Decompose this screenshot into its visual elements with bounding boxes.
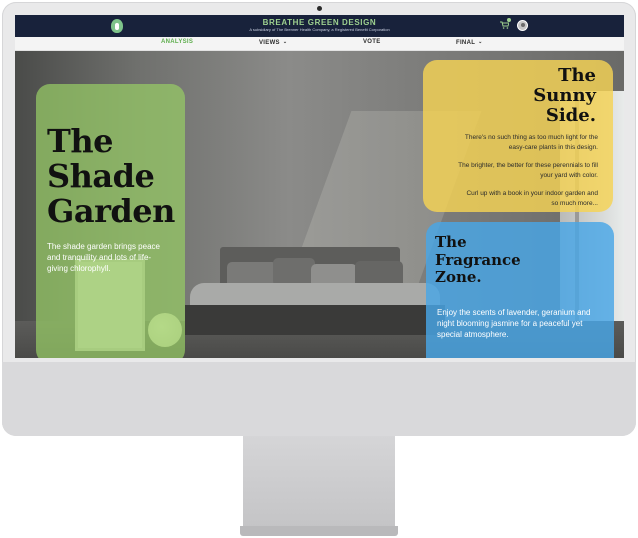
nav-item-label: ANALYSIS xyxy=(161,39,194,45)
sunny-paragraph: Curl up with a book in your indoor garde… xyxy=(466,190,598,207)
title-line: The xyxy=(47,122,113,160)
fragrance-zone-description: Enjoy the scents of lavender, geranium a… xyxy=(437,308,591,339)
title-line: Fragrance xyxy=(435,250,521,269)
nav-item-label: VOTE xyxy=(363,39,381,45)
chevron-down-icon: ⌄ xyxy=(478,39,483,45)
title-line: Sunny xyxy=(533,85,596,106)
panel-fragrance-zone[interactable]: The Fragrance Zone. Enjoy the scents of … xyxy=(426,222,614,358)
leaf-logo-icon[interactable] xyxy=(111,19,123,33)
nav-item-vote[interactable]: VOTE xyxy=(363,39,381,45)
camera-icon xyxy=(317,6,322,11)
brand-subtitle: A subsidiary of The Brenner Health Compa… xyxy=(249,27,390,32)
cart-badge xyxy=(507,18,511,22)
nav-item-analysis[interactable]: ANALYSIS xyxy=(161,39,193,45)
chevron-down-icon: ⌄ xyxy=(282,39,288,45)
panel-shade-garden[interactable]: The Shade Garden The shade garden brings… xyxy=(36,84,185,358)
fragrance-zone-title: The Fragrance Zone. xyxy=(435,233,521,287)
nav-item-final[interactable]: FINAL ⌄ xyxy=(456,39,483,46)
title-line: Shade xyxy=(47,157,155,195)
sunny-paragraph: There's no such thing as too much light … xyxy=(464,134,598,151)
brand-title[interactable]: BREATHE GREEN DESIGN xyxy=(215,18,424,27)
user-avatar-icon[interactable] xyxy=(517,20,528,31)
sunny-paragraph: The brighter, the better for these peren… xyxy=(458,162,598,179)
bed-base xyxy=(185,305,445,335)
monitor-stand-base xyxy=(240,526,398,536)
nav-item-views[interactable]: VIEWS ⌄ xyxy=(259,39,287,46)
monitor-screen: BREATHE GREEN DESIGN A subsidiary of The… xyxy=(15,15,624,358)
title-line: The xyxy=(435,233,467,251)
shade-garden-title: The Shade Garden xyxy=(47,124,175,229)
main-nav: ANALYSIS VIEWS ⌄ VOTE FINAL ⌄ xyxy=(15,37,624,51)
nav-item-label: VIEWS xyxy=(259,40,280,46)
top-header-bar: BREATHE GREEN DESIGN A subsidiary of The… xyxy=(15,15,624,37)
sunny-side-title: The Sunny Side. xyxy=(533,66,596,126)
panel-sunny-side[interactable]: The Sunny Side. There's no such thing as… xyxy=(423,60,613,212)
title-line: Zone. xyxy=(435,268,482,286)
monitor-chin xyxy=(2,362,636,436)
shade-garden-description: The shade garden brings peace and tranqu… xyxy=(47,242,160,273)
title-line: The xyxy=(558,65,596,86)
nav-item-label: FINAL xyxy=(456,40,476,46)
pillow xyxy=(273,258,315,286)
title-line: Garden xyxy=(47,192,175,230)
title-line: Side. xyxy=(545,105,596,126)
monitor-stand xyxy=(243,436,395,528)
cart-icon[interactable] xyxy=(500,21,509,29)
